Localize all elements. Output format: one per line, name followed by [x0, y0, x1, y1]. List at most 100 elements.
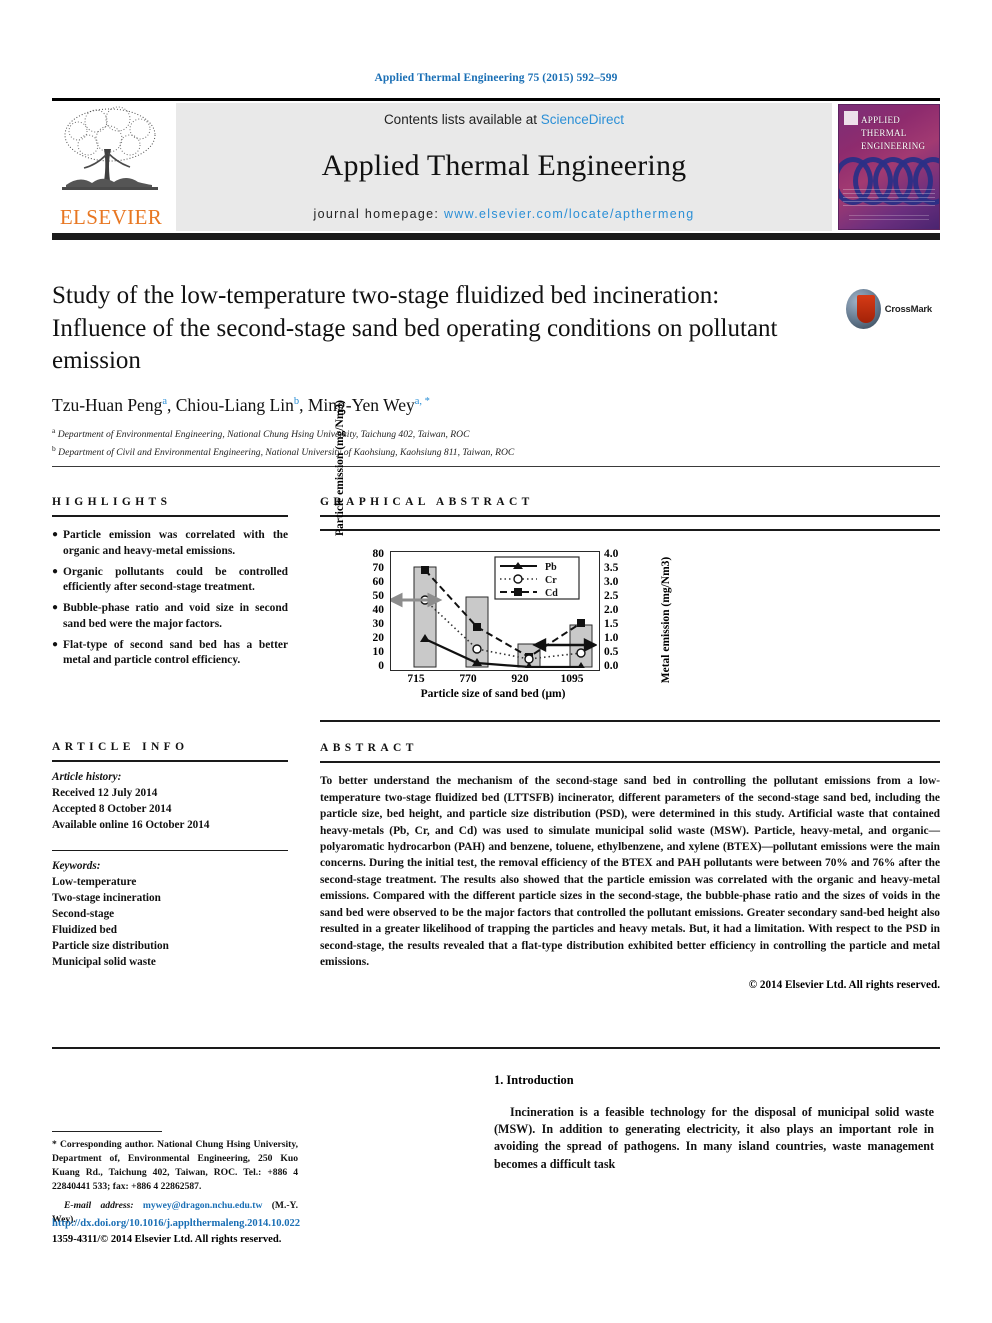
chart-plot-area: Pb Cr Cd: [387, 551, 600, 672]
affiliation-b: b Department of Civil and Environmental …: [52, 443, 940, 461]
emission-chart: Particle emission (mg/Nm3) Metal emissio…: [334, 400, 672, 710]
contents-available-line: Contents lists available at ScienceDirec…: [384, 112, 624, 127]
legend-label-cd: Cd: [545, 588, 558, 599]
keyword-item: Municipal solid waste: [52, 955, 156, 968]
affiliations: a Department of Environmental Engineerin…: [52, 425, 940, 461]
affiliation-a-text: Department of Environmental Engineering,…: [57, 428, 470, 440]
y-tick-left: 80: [372, 548, 385, 561]
graphical-abstract-heading: GRAPHICAL ABSTRACT: [320, 496, 534, 508]
highlight-text: Organic pollutants could be controlled e…: [63, 565, 288, 594]
masthead-bottom-rule: [52, 233, 940, 240]
article-info-heading: ARTICLE INFO: [52, 741, 189, 753]
cover-title-line-3: ENGINEERING: [861, 141, 926, 152]
abstract-section: ABSTRACT To better understand the mechan…: [320, 742, 940, 991]
chart-y-axis-label-left: Particle emission (mg/Nm3): [334, 400, 346, 537]
crossmark-badge[interactable]: CrossMark: [846, 286, 932, 332]
author-1-marks: a: [162, 395, 167, 407]
keyword-item: Particle size distribution: [52, 939, 169, 952]
list-item: ● Flat-type of second sand bed has a bet…: [52, 638, 288, 669]
doi-link[interactable]: http://dx.doi.org/10.1016/j.applthermale…: [52, 1216, 382, 1232]
y-tick-left: 10: [372, 646, 385, 659]
cover-text-band: [843, 189, 935, 207]
legend-label-pb: Pb: [545, 562, 557, 573]
y-tick-left: 50: [372, 590, 385, 603]
y-tick-left: 20: [372, 632, 385, 645]
introduction-paragraph: Incineration is a feasible technology fo…: [494, 1105, 934, 1171]
series-pb-markers: [420, 634, 586, 671]
introduction-section: 1. Introduction Incineration is a feasib…: [494, 1073, 934, 1173]
history-online: Available online 16 October 2014: [52, 818, 210, 831]
chart-svg: Pb Cr Cd: [387, 556, 598, 671]
affiliation-b-text: Department of Civil and Environmental En…: [58, 446, 515, 458]
abstract-text: To better understand the mechanism of th…: [320, 775, 940, 969]
header-divider-rule: [52, 466, 940, 467]
author-2-marks: b: [293, 395, 300, 407]
homepage-url-link[interactable]: www.elsevier.com/locate/apthermeng: [444, 207, 695, 221]
author-3-name: Ming-Yen Wey: [307, 394, 415, 415]
y-tick-right: 4.0: [604, 548, 619, 561]
author-2-name: Chiou-Liang Lin: [175, 394, 294, 415]
chart-y-axis-label-right: Metal emission (mg/Nm3): [660, 556, 672, 684]
keyword-item: Low-temperature: [52, 876, 137, 889]
author-1-name: Tzu-Huan Peng: [52, 394, 163, 415]
list-item: ● Organic pollutants could be controlled…: [52, 565, 288, 596]
bullet-icon: ●: [52, 565, 59, 577]
cover-text-band-2: [849, 215, 929, 223]
highlights-heading: HIGHLIGHTS: [52, 496, 172, 508]
article-history-block: Article history: Received 12 July 2014 A…: [52, 770, 288, 834]
y-tick-right: 1.0: [604, 632, 619, 645]
paper-page: Applied Thermal Engineering 75 (2015) 59…: [0, 0, 992, 1323]
introduction-heading: 1. Introduction: [494, 1073, 574, 1087]
bullet-icon: ●: [52, 529, 59, 541]
doi-block: http://dx.doi.org/10.1016/j.applthermale…: [52, 1216, 382, 1248]
cover-title-line-1: APPLIED: [861, 115, 901, 125]
abstract-copyright: © 2014 Elsevier Ltd. All rights reserved…: [748, 979, 940, 992]
y-tick-right: 2.5: [604, 590, 619, 603]
y-tick-left: 40: [372, 604, 385, 617]
corresponding-author-email-link[interactable]: mywey@dragon.nchu.edu.tw: [143, 1200, 263, 1211]
elsevier-wordmark: ELSEVIER: [59, 205, 163, 229]
y-tick-left: 60: [372, 576, 385, 589]
keywords-label: Keywords:: [52, 860, 101, 873]
chart-x-axis-label: Particle size of sand bed (μm): [420, 688, 566, 701]
affiliation-a: a Department of Environmental Engineerin…: [52, 425, 940, 443]
homepage-label: journal homepage:: [313, 207, 440, 221]
crossmark-label: CrossMark: [884, 303, 933, 315]
axis-pointer-right: [532, 638, 598, 653]
elsevier-logo: ELSEVIER: [52, 103, 170, 231]
highlights-rule: [52, 515, 288, 518]
author-3-marks: a, *: [414, 395, 430, 407]
highlights-section: HIGHLIGHTS ● Particle emission was corre…: [52, 496, 288, 674]
chart-legend: Pb Cr Cd: [494, 556, 580, 600]
bar-770: [465, 596, 489, 668]
list-item: ● Bubble-phase ratio and void size in se…: [52, 601, 288, 632]
series-cr-markers: [420, 595, 586, 664]
journal-homepage-line: journal homepage: www.elsevier.com/locat…: [314, 207, 695, 221]
sciencedirect-link[interactable]: ScienceDirect: [541, 112, 624, 127]
history-accepted: Accepted 8 October 2014: [52, 803, 172, 815]
contents-prefix: Contents lists available at: [383, 112, 541, 127]
running-head: Applied Thermal Engineering 75 (2015) 59…: [374, 72, 618, 84]
history-received: Received 12 July 2014: [52, 787, 158, 800]
y-tick-right: 3.5: [604, 562, 619, 575]
keyword-item: Fluidized bed: [52, 924, 117, 937]
footnote-marker: *: [52, 1139, 57, 1150]
keywords-rule: [52, 849, 288, 852]
cover-title: APPLIED THERMAL ENGINEERING: [861, 114, 925, 153]
footnote-text: Corresponding author. National Chung Hsi…: [52, 1139, 298, 1192]
y-tick-left: 70: [372, 562, 385, 575]
body-divider-rule: [52, 1047, 940, 1049]
bullet-icon: ●: [52, 602, 59, 614]
corresponding-author-footnote: * Corresponding author. National Chung H…: [52, 1138, 298, 1227]
highlight-text: Particle emission was correlated with th…: [63, 529, 288, 557]
x-tick: 1095: [560, 673, 584, 686]
footnote-rule: [52, 1131, 162, 1133]
series-pb: [424, 638, 581, 669]
graphical-abstract-figure: Particle emission (mg/Nm3) Metal emissio…: [320, 400, 940, 723]
x-tick: 770: [459, 673, 477, 686]
y-tick-right: 0.0: [604, 660, 619, 673]
affiliation-a-mark: a: [52, 425, 56, 435]
journal-cover-thumbnail: APPLIED THERMAL ENGINEERING: [838, 104, 940, 230]
y-tick-right: 0.5: [604, 646, 619, 659]
graphical-abstract-rule: [320, 515, 940, 518]
